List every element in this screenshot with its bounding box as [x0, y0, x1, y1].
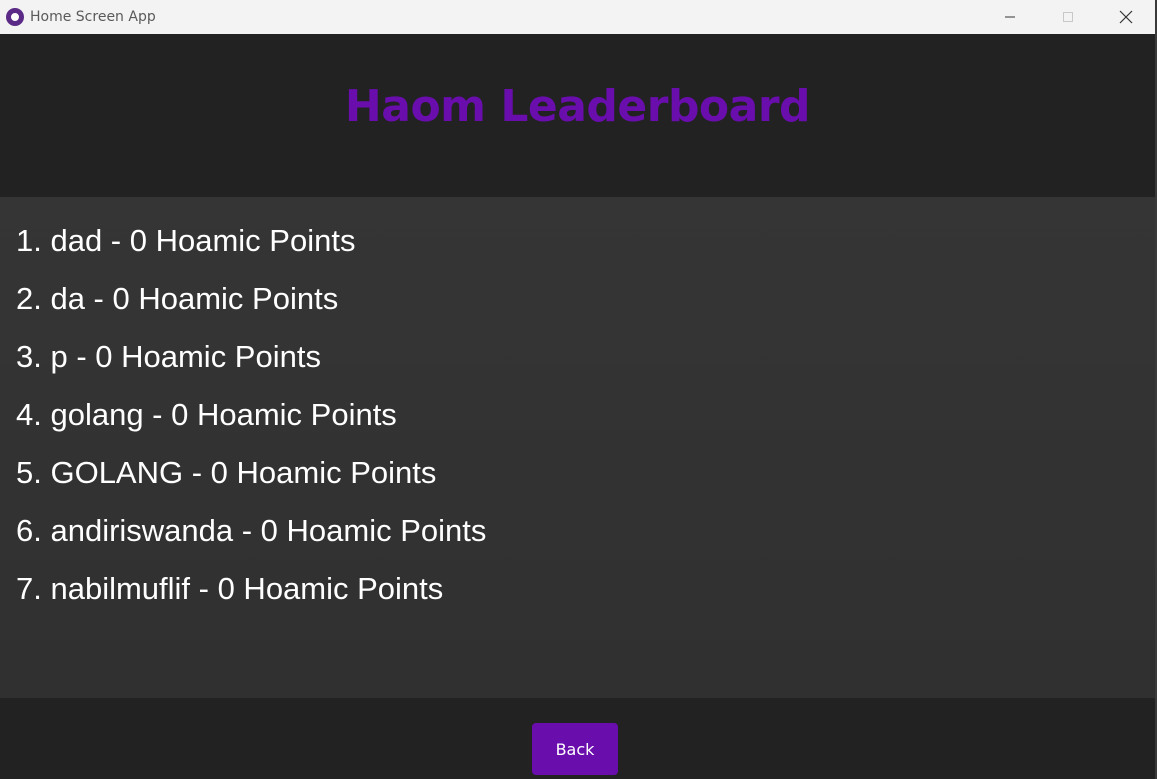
- app-window: Home Screen App Haom Leaderboard 1. dad …: [0, 0, 1157, 779]
- leaderboard-header: Haom Leaderboard: [0, 35, 1155, 197]
- window-title: Home Screen App: [30, 9, 156, 25]
- list-item: 4. golang - 0 Hoamic Points: [16, 397, 397, 432]
- list-item: 3. p - 0 Hoamic Points: [16, 339, 321, 374]
- list-item: 1. dad - 0 Hoamic Points: [16, 223, 356, 258]
- close-icon: [1119, 10, 1133, 24]
- list-item: 7. nabilmuflif - 0 Hoamic Points: [16, 571, 444, 606]
- maximize-icon: [1063, 12, 1073, 22]
- list-item: 5. GOLANG - 0 Hoamic Points: [16, 455, 437, 490]
- app-logo-icon: [6, 8, 24, 26]
- title-bar[interactable]: Home Screen App: [0, 0, 1155, 34]
- page-title: Haom Leaderboard: [344, 80, 811, 132]
- footer: Back: [0, 698, 1155, 779]
- list-item: 2. da - 0 Hoamic Points: [16, 281, 339, 316]
- maximize-button[interactable]: [1039, 0, 1097, 34]
- list-item: 6. andiriswanda - 0 Hoamic Points: [16, 513, 487, 548]
- window-controls: [981, 0, 1155, 34]
- leaderboard-list[interactable]: 1. dad - 0 Hoamic Points 2. da - 0 Hoami…: [0, 197, 1155, 698]
- minimize-button[interactable]: [981, 0, 1039, 34]
- close-button[interactable]: [1097, 0, 1155, 34]
- back-button[interactable]: Back: [532, 723, 618, 775]
- minimize-icon: [1005, 16, 1015, 18]
